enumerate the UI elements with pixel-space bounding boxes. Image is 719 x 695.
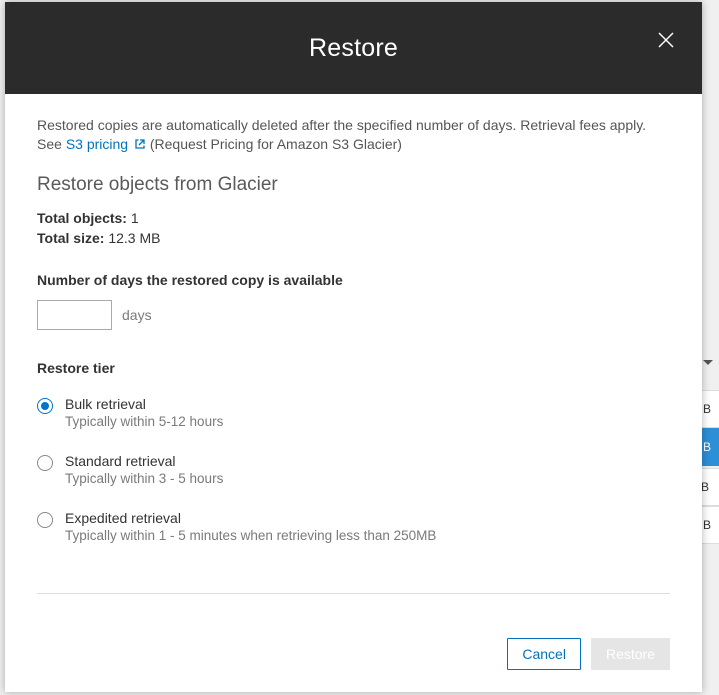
modal-body: Restored copies are automatically delete… <box>5 94 702 620</box>
tier-standard-option[interactable]: Standard retrieval Typically within 3 - … <box>37 443 670 500</box>
restore-button[interactable]: Restore <box>591 638 670 670</box>
modal-header: Restore <box>5 2 702 94</box>
days-unit: days <box>122 307 152 323</box>
radio-icon <box>37 455 53 471</box>
radio-icon <box>37 512 53 528</box>
intro-after: (Request Pricing for Amazon S3 Glacier) <box>150 136 402 152</box>
total-size-label: Total size: <box>37 230 104 246</box>
days-input[interactable] <box>37 300 112 330</box>
total-objects-row: Total objects: 1 <box>37 210 670 226</box>
tier-bulk-option[interactable]: Bulk retrieval Typically within 5-12 hou… <box>37 386 670 443</box>
tier-expedited-sub: Typically within 1 - 5 minutes when retr… <box>65 528 436 543</box>
tier-label: Restore tier <box>37 360 670 376</box>
days-label: Number of days the restored copy is avai… <box>37 272 670 288</box>
pricing-link[interactable]: S3 pricing <box>66 136 150 152</box>
total-objects-value: 1 <box>131 210 139 226</box>
radio-text: Bulk retrieval Typically within 5-12 hou… <box>65 396 223 429</box>
intro-text: Restored copies are automatically delete… <box>37 116 670 154</box>
radio-text: Expedited retrieval Typically within 1 -… <box>65 510 436 543</box>
total-size-row: Total size: 12.3 MB <box>37 230 670 246</box>
divider <box>37 593 670 594</box>
days-row: days <box>37 300 670 330</box>
close-icon <box>656 30 676 50</box>
tier-bulk-title: Bulk retrieval <box>65 396 223 412</box>
tier-standard-title: Standard retrieval <box>65 453 223 469</box>
restore-modal: Restore Restored copies are automaticall… <box>5 2 702 692</box>
total-size-value: 12.3 MB <box>108 230 160 246</box>
object-meta: Total objects: 1 Total size: 12.3 MB <box>37 210 670 246</box>
tier-bulk-sub: Typically within 5-12 hours <box>65 414 223 429</box>
external-link-icon <box>134 136 146 148</box>
close-button[interactable] <box>654 28 678 52</box>
radio-text: Standard retrieval Typically within 3 - … <box>65 453 223 486</box>
tier-expedited-title: Expedited retrieval <box>65 510 436 526</box>
tier-standard-sub: Typically within 3 - 5 hours <box>65 471 223 486</box>
modal-footer: Cancel Restore <box>5 620 702 692</box>
tier-radio-group: Bulk retrieval Typically within 5-12 hou… <box>37 386 670 557</box>
section-title: Restore objects from Glacier <box>37 174 670 196</box>
pricing-link-text: S3 pricing <box>66 136 128 152</box>
total-objects-label: Total objects: <box>37 210 127 226</box>
modal-title: Restore <box>309 34 398 63</box>
cancel-button[interactable]: Cancel <box>507 638 581 670</box>
tier-expedited-option[interactable]: Expedited retrieval Typically within 1 -… <box>37 500 670 557</box>
radio-icon <box>37 398 53 414</box>
